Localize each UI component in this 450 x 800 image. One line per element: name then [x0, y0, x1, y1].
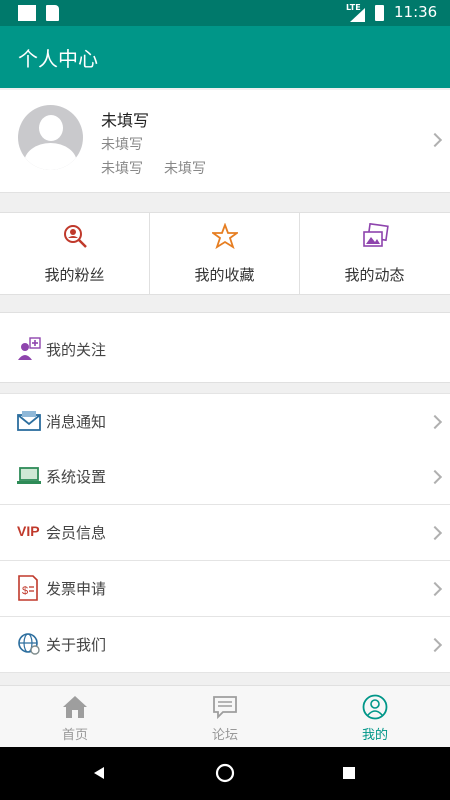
tab-mine[interactable]: 我的	[300, 686, 450, 748]
vip-icon: VIP	[17, 523, 40, 539]
menu-item-label: 消息通知	[46, 413, 107, 431]
profile-line2b: 未填写	[164, 161, 206, 177]
follow-label: 我的关注	[46, 341, 107, 359]
avatar-shoulders	[24, 143, 77, 170]
signal-icon	[350, 8, 365, 22]
add-person-icon	[18, 337, 41, 360]
search-person-icon	[64, 225, 87, 248]
recents-icon[interactable]	[343, 767, 355, 779]
profile-line2a: 未填写	[101, 161, 143, 177]
tab-mine-label: 我的	[361, 728, 388, 743]
menu-item-about[interactable]: 关于我们	[0, 617, 450, 673]
stat-fans-label: 我的粉丝	[44, 266, 105, 284]
photos-icon	[363, 223, 389, 247]
tab-home[interactable]: 首页	[0, 686, 150, 748]
menu-item-notifications[interactable]: 消息通知	[0, 393, 450, 450]
avatar[interactable]	[18, 105, 83, 170]
menu-item-membership[interactable]: VIP 会员信息	[0, 505, 450, 561]
avatar-head	[39, 115, 63, 141]
chevron-right-icon	[427, 469, 443, 485]
home-circle-icon[interactable]	[215, 763, 235, 783]
svg-text:$: $	[22, 585, 28, 597]
stat-favorites-label: 我的收藏	[194, 266, 255, 284]
chevron-right-icon	[427, 637, 443, 653]
tab-home-label: 首页	[61, 728, 88, 743]
tab-forum[interactable]: 论坛	[150, 686, 300, 748]
menu-item-label: 会员信息	[46, 524, 107, 542]
invoice-icon: $	[18, 575, 38, 601]
status-time: 11:36	[394, 3, 438, 21]
profile-icon	[362, 694, 388, 720]
follow-row[interactable]: 我的关注	[0, 312, 450, 383]
chat-icon	[213, 696, 237, 720]
status-bar: LTE 11:36	[0, 0, 450, 26]
app-bar: 个人中心	[0, 26, 450, 88]
profile-card[interactable]	[0, 90, 450, 193]
stat-fans[interactable]: 我的粉丝	[0, 212, 150, 295]
page-title: 个人中心	[18, 47, 98, 71]
system-nav-bar	[0, 747, 450, 800]
menu-item-invoice[interactable]: $ 发票申请	[0, 561, 450, 617]
menu-item-label: 关于我们	[46, 636, 107, 654]
chevron-right-icon	[427, 132, 443, 148]
stat-moments-label: 我的动态	[344, 266, 405, 284]
globe-icon	[18, 633, 40, 655]
back-icon[interactable]	[92, 766, 106, 780]
battery-icon	[375, 5, 384, 21]
laptop-icon	[17, 467, 41, 484]
star-icon	[212, 223, 238, 249]
notification-square-icon	[18, 5, 36, 21]
stat-moments[interactable]: 我的动态	[300, 212, 450, 295]
mail-icon	[17, 411, 41, 431]
bottom-tab-bar: 首页 论坛 我的	[0, 685, 450, 748]
chevron-right-icon	[427, 414, 443, 430]
tab-forum-label: 论坛	[211, 728, 238, 743]
stat-favorites[interactable]: 我的收藏	[150, 212, 300, 295]
chevron-right-icon	[427, 525, 443, 541]
home-icon	[63, 696, 87, 718]
menu-item-settings[interactable]: 系统设置	[0, 449, 450, 505]
menu-item-label: 系统设置	[46, 468, 107, 486]
profile-name: 未填写	[101, 111, 150, 130]
chevron-right-icon	[427, 581, 443, 597]
profile-line1: 未填写	[101, 137, 143, 153]
menu-item-label: 发票申请	[46, 580, 107, 598]
sd-card-icon	[46, 5, 59, 21]
